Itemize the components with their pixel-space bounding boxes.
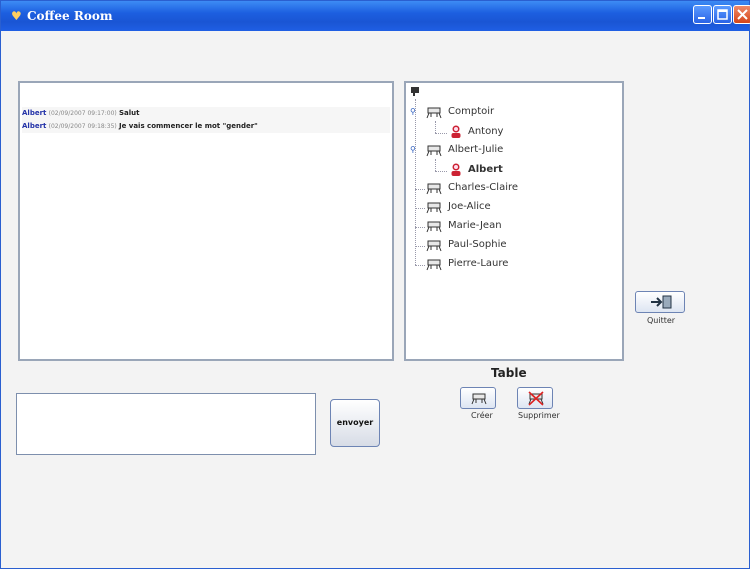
tree-node-label: Joe-Alice bbox=[448, 201, 491, 212]
chat-log[interactable]: Albert (02/09/2007 09:17:00) Salut Alber… bbox=[18, 81, 394, 361]
message-author: Albert bbox=[22, 109, 47, 117]
quit-button[interactable] bbox=[635, 291, 685, 313]
tree-connector bbox=[435, 121, 436, 133]
table-icon bbox=[426, 202, 442, 214]
tree-node-label: Comptoir bbox=[448, 106, 495, 117]
title-bar[interactable]: ♥ Coffee Room bbox=[1, 1, 750, 31]
table-icon bbox=[426, 183, 442, 195]
tree-connector bbox=[415, 99, 416, 265]
tree-connector bbox=[435, 171, 447, 172]
tree-connector bbox=[415, 189, 425, 190]
table-icon bbox=[426, 107, 442, 119]
tree-root-icon bbox=[411, 87, 419, 96]
tree-node-label: Albert bbox=[468, 164, 503, 175]
minimize-icon bbox=[698, 17, 705, 19]
delete-label: Supprimer bbox=[518, 411, 560, 420]
tree-node-label: Antony bbox=[468, 126, 504, 137]
chat-message: Albert (02/09/2007 09:18:35) Je vais com… bbox=[22, 120, 390, 133]
send-button[interactable]: envoyer bbox=[330, 399, 380, 447]
message-text: Je vais commencer le mot "gender" bbox=[118, 122, 258, 130]
tree-node-label: Charles-Claire bbox=[448, 182, 519, 193]
message-timestamp: (02/09/2007 09:18:35) bbox=[48, 123, 117, 130]
create-label: Créer bbox=[471, 411, 493, 420]
chat-message: Albert (02/09/2007 09:17:00) Salut bbox=[22, 107, 390, 120]
minimize-button[interactable] bbox=[693, 5, 712, 24]
user-icon bbox=[451, 125, 461, 138]
delete-table-button[interactable] bbox=[517, 387, 553, 409]
close-button[interactable] bbox=[733, 5, 750, 24]
maximize-button[interactable] bbox=[713, 5, 732, 24]
tree-connector bbox=[415, 265, 425, 266]
expanded-icon[interactable]: ⚲ bbox=[410, 145, 416, 154]
table-icon bbox=[426, 259, 442, 271]
maximize-icon bbox=[717, 9, 728, 20]
tree-connector bbox=[415, 246, 425, 247]
create-table-button[interactable] bbox=[460, 387, 496, 409]
tree-node-label: Paul-Sophie bbox=[448, 239, 507, 250]
app-icon: ♥ bbox=[11, 9, 22, 23]
expanded-icon[interactable]: ⚲ bbox=[410, 107, 416, 116]
message-input[interactable] bbox=[16, 393, 316, 455]
message-author: Albert bbox=[22, 122, 47, 130]
tree-connector bbox=[415, 227, 425, 228]
window-title: Coffee Room bbox=[27, 9, 113, 23]
table-icon bbox=[426, 145, 442, 157]
tables-tree[interactable]: ⚲ Comptoir Antony ⚲ Albert-Julie Albert bbox=[404, 81, 624, 361]
tree-node-label: Albert-Julie bbox=[448, 144, 504, 155]
table-section-label: Table bbox=[491, 366, 527, 380]
app-window: ♥ Coffee Room Albert (02/09/2007 09:17:0… bbox=[0, 0, 750, 569]
tree-connector bbox=[435, 159, 436, 171]
delete-table-icon bbox=[528, 391, 544, 406]
tree-node-label: Pierre-Laure bbox=[448, 258, 509, 269]
message-timestamp: (02/09/2007 09:17:00) bbox=[48, 110, 117, 117]
message-text: Salut bbox=[118, 109, 140, 117]
quit-label: Quitter bbox=[647, 316, 676, 325]
exit-door-icon bbox=[651, 295, 672, 309]
tree-connector bbox=[435, 133, 447, 134]
table-icon bbox=[426, 240, 442, 252]
table-icon bbox=[471, 393, 487, 405]
tree-node-label: Marie-Jean bbox=[448, 220, 502, 231]
table-icon bbox=[426, 221, 442, 233]
tree-connector bbox=[415, 208, 425, 209]
close-icon bbox=[737, 9, 748, 20]
user-icon bbox=[451, 163, 461, 176]
